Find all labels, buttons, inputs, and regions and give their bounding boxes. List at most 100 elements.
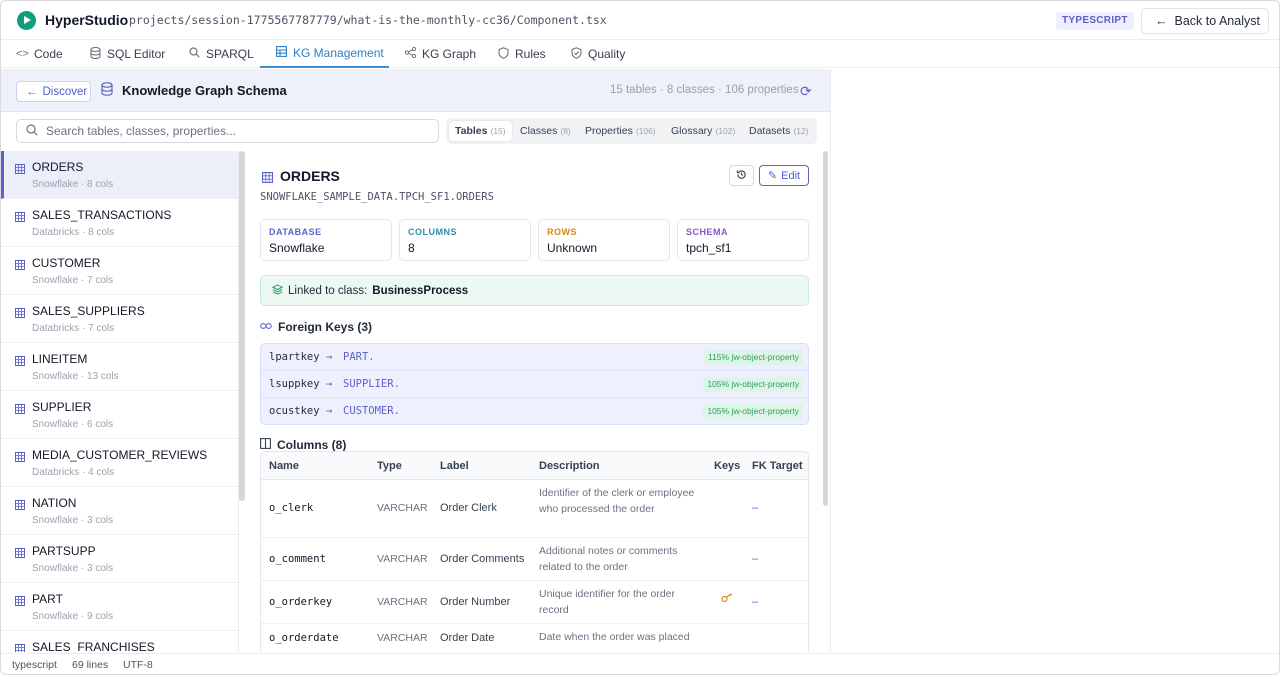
table-meta: Snowflake · 3 cols [32, 515, 114, 526]
layers-icon [271, 283, 284, 298]
status-encoding: UTF-8 [123, 659, 153, 671]
column-fk-target: – [752, 553, 759, 565]
linked-class-name[interactable]: BusinessProcess [372, 285, 468, 297]
grid-icon [275, 46, 287, 60]
tab-sql-editor[interactable]: SQL Editor [89, 40, 165, 68]
detail-title: ORDERS [280, 168, 340, 184]
fk-column: lsuppkey [269, 378, 320, 390]
table-icon [15, 593, 25, 606]
filter-tab-label: Classes [520, 125, 558, 137]
list-item-partsupp[interactable]: PARTSUPP Snowflake · 3 cols [1, 535, 238, 583]
meta-card-key: SCHEMA [686, 227, 729, 237]
column-header: Description [539, 460, 600, 472]
table-row[interactable]: o_orderkey VARCHAR Order Number Unique i… [261, 581, 808, 624]
table-icon [15, 257, 25, 270]
filter-tab-classes[interactable]: Classes (8) [514, 121, 577, 141]
filter-tab-properties[interactable]: Properties (106) [579, 121, 662, 141]
columns-heading: Columns (8) [260, 438, 346, 452]
tab-kg-graph[interactable]: KG Graph [404, 40, 476, 68]
edit-label: Edit [781, 169, 801, 182]
list-item-sales-suppliers[interactable]: SALES_SUPPLIERS Databricks · 7 cols [1, 295, 238, 343]
list-item-lineitem[interactable]: LINEITEM Snowflake · 13 cols [1, 343, 238, 391]
filter-tab-glossary[interactable]: Glossary (102) [665, 121, 741, 141]
page-title: Knowledge Graph Schema [122, 83, 287, 98]
filter-tabs: Tables (15) Classes (8) Properties (106)… [446, 118, 817, 144]
column-header: Label [440, 460, 469, 472]
filter-tab-label: Datasets [749, 125, 791, 137]
edit-button[interactable]: ✎ Edit [759, 165, 809, 186]
discover-button[interactable]: ← Discover [16, 81, 91, 102]
list-item-sales-franchises[interactable]: SALES_FRANCHISES [1, 631, 238, 652]
table-name: MEDIA_CUSTOMER_REVIEWS [32, 448, 208, 462]
foreign-keys-heading: Foreign Keys (3) [260, 320, 372, 334]
list-item-sales-transactions[interactable]: SALES_TRANSACTIONS Databricks · 8 cols [1, 199, 238, 247]
meta-card-rows: ROWS Unknown [538, 219, 670, 261]
column-name: o_orderkey [269, 596, 333, 608]
table-row[interactable]: o_comment VARCHAR Order Comments Additio… [261, 538, 808, 581]
arrow-right-icon: → [326, 405, 333, 417]
column-type: VARCHAR [377, 553, 428, 565]
filter-tab-count: (106) [635, 126, 656, 136]
list-item-part[interactable]: PART Snowflake · 9 cols [1, 583, 238, 631]
list-item-nation[interactable]: NATION Snowflake · 3 cols [1, 487, 238, 535]
meta-card-value: tpch_sf1 [686, 241, 732, 255]
list-item-orders[interactable]: ORDERS Snowflake · 8 cols [1, 151, 238, 199]
discover-label: Discover [42, 85, 88, 98]
table-name: NATION [32, 496, 77, 510]
filter-tab-count: (15) [490, 126, 506, 136]
column-description: Date when the order was placed [539, 631, 690, 643]
meta-card-database: DATABASE Snowflake [260, 219, 392, 261]
tab-label: KG Management [293, 46, 384, 60]
app-name: HyperStudio [45, 12, 129, 28]
search-icon [188, 47, 200, 61]
filter-tab-datasets[interactable]: Datasets (12) [743, 121, 815, 141]
status-language: typescript [12, 659, 57, 671]
list-item-media-customer-reviews[interactable]: MEDIA_CUSTOMER_REVIEWS Databricks · 4 co… [1, 439, 238, 487]
table-row[interactable]: o_orderdate VARCHAR Order Date Date when… [261, 624, 808, 652]
fk-column: ocustkey [269, 405, 320, 417]
arrow-left-icon: ← [1155, 14, 1168, 28]
foreign-key-row[interactable]: lsuppkey → SUPPLIER. 105% jw-object-prop… [261, 371, 808, 398]
link-icon [260, 320, 272, 334]
sidebar-scrollbar[interactable] [239, 151, 245, 501]
schema-stats: 15 tables · 8 classes · 106 properties [610, 84, 799, 96]
pencil-icon: ✎ [767, 170, 778, 182]
column-header: Type [377, 460, 402, 472]
refresh-icon[interactable]: ⟳ [800, 83, 812, 100]
back-to-analyst-button[interactable]: ← Back to Analyst [1141, 8, 1269, 34]
list-item-customer[interactable]: CUSTOMER Snowflake · 7 cols [1, 247, 238, 295]
history-icon [736, 169, 747, 183]
column-name: o_orderdate [269, 632, 339, 644]
share-icon [404, 46, 416, 61]
fk-target[interactable]: CUSTOMER. [343, 405, 400, 417]
list-item-supplier[interactable]: SUPPLIER Snowflake · 6 cols [1, 391, 238, 439]
filter-tab-label: Glossary [671, 125, 713, 137]
table-icon [15, 161, 25, 174]
table-icon [15, 305, 25, 318]
detail-scrollbar[interactable] [823, 151, 828, 506]
app-logo-icon [17, 11, 36, 30]
tab-code[interactable]: <> Code [16, 40, 63, 68]
fk-target[interactable]: PART. [343, 351, 375, 363]
tab-rules[interactable]: Rules [497, 40, 546, 68]
status-lines: 69 lines [72, 659, 109, 671]
filter-tab-tables[interactable]: Tables (15) [449, 121, 512, 141]
history-button[interactable] [729, 165, 754, 186]
filter-tab-count: (12) [793, 126, 809, 136]
linked-class-prefix: Linked to class: [288, 284, 368, 297]
tab-kg-management[interactable]: KG Management [260, 40, 389, 68]
fk-target[interactable]: SUPPLIER. [343, 378, 400, 390]
foreign-key-row[interactable]: lpartkey → PART. 115% jw-object-property [261, 344, 808, 371]
table-icon [15, 209, 25, 222]
search-input[interactable] [46, 124, 426, 138]
table-meta: Snowflake · 8 cols [32, 179, 114, 190]
table-meta: Snowflake · 9 cols [32, 611, 114, 622]
table-row[interactable]: o_clerk VARCHAR Order Clerk Identifier o… [261, 480, 808, 538]
table-icon [15, 641, 25, 652]
foreign-key-row[interactable]: ocustkey → CUSTOMER. 105% jw-object-prop… [261, 398, 808, 424]
database-icon [101, 82, 115, 98]
tab-quality[interactable]: Quality [570, 40, 625, 68]
status-bar: typescript 69 lines UTF-8 [1, 653, 1279, 674]
tab-sparql[interactable]: SPARQL [188, 40, 254, 68]
meta-card-key: COLUMNS [408, 227, 457, 237]
